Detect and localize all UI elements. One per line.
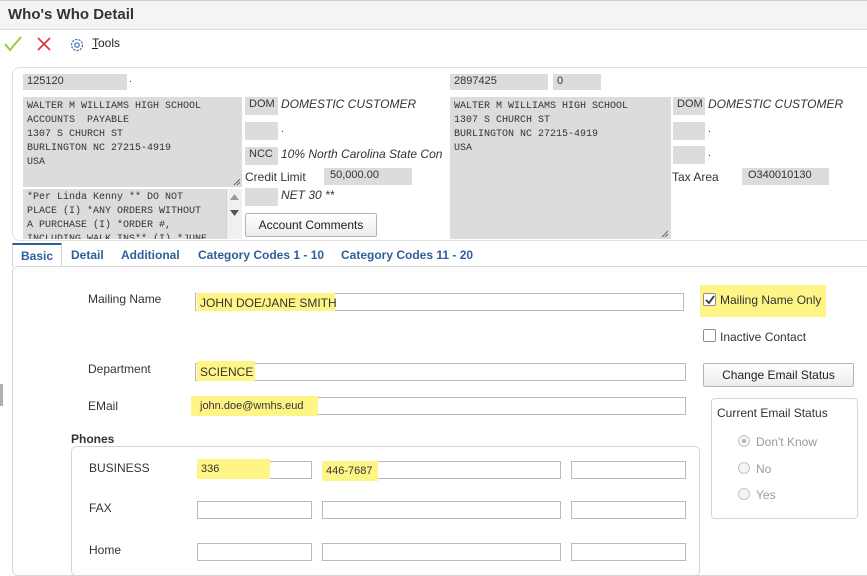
radio-yes[interactable] <box>738 488 750 500</box>
change-email-status-button[interactable]: Change Email Status <box>703 363 854 387</box>
credit-limit-value: 50,000.00 <box>324 168 412 185</box>
mailing-name-label: Mailing Name <box>88 292 162 306</box>
business-number-value: 446-7687 <box>326 465 373 477</box>
radio-dont-know-label: Don't Know <box>756 435 817 449</box>
inactive-contact-label: Inactive Contact <box>720 330 807 344</box>
blank-code-left <box>245 122 278 140</box>
checkmark-icon <box>705 295 715 305</box>
home-prefix-input[interactable] <box>197 543 312 561</box>
blank-code-desc-left: . <box>281 124 284 135</box>
business-ext-input[interactable] <box>571 461 686 479</box>
current-email-status-label: Current Email Status <box>717 406 828 420</box>
fax-ext-input[interactable] <box>571 501 686 519</box>
customer-type-desc-left: DOMESTIC CUSTOMER <box>281 97 417 111</box>
payment-terms-desc: NET 30 ** <box>281 188 335 202</box>
scroll-down-icon[interactable] <box>230 210 239 216</box>
email-label: EMail <box>88 399 119 413</box>
resize-grip-icon[interactable] <box>661 230 669 238</box>
tab-basic[interactable]: Basic <box>12 243 63 267</box>
tax-area-value: O340010130 <box>742 168 829 185</box>
notes-box: *Per Linda Kenny ** DO NOT PLACE (I) *AN… <box>23 189 242 239</box>
tax-description: 10% North Carolina State Con <box>281 147 443 161</box>
tax-area-label: Tax Area <box>672 170 719 184</box>
address-number-field: 2897425 <box>450 74 548 90</box>
email-value: john.doe@wmhs.eud <box>200 400 304 412</box>
dot-right-2: . <box>708 148 711 159</box>
credit-limit-label: Credit Limit <box>245 170 306 184</box>
department-input[interactable] <box>195 363 686 381</box>
bill-to-address-text: WALTER M WILLIAMS HIGH SCHOOL ACCOUNTS P… <box>27 101 202 168</box>
notes-scrollbar[interactable] <box>226 189 242 239</box>
mailing-name-only-label: Mailing Name Only <box>720 293 822 307</box>
blank-code-right-1 <box>673 122 705 140</box>
ok-check-icon[interactable] <box>3 35 23 53</box>
account-number-field: 125120 <box>23 74 127 90</box>
notes-text: *Per Linda Kenny ** DO NOT PLACE (I) *AN… <box>27 192 207 239</box>
cancel-x-icon[interactable] <box>36 36 52 52</box>
radio-dont-know[interactable] <box>738 435 750 447</box>
toolbar: Tools <box>0 30 867 58</box>
gear-icon[interactable] <box>69 37 85 53</box>
scroll-up-icon[interactable] <box>230 194 239 200</box>
blank-code-right-2 <box>673 146 705 164</box>
state-code: NCC <box>245 147 278 165</box>
customer-type-code-left: DOM <box>245 97 278 115</box>
inactive-contact-checkbox[interactable] <box>703 329 716 342</box>
fax-prefix-input[interactable] <box>197 501 312 519</box>
account-dot: . <box>129 74 132 85</box>
radio-yes-label: Yes <box>756 488 776 502</box>
customer-type-desc-right: DOMESTIC CUSTOMER <box>708 97 844 111</box>
department-label: Department <box>88 362 151 376</box>
contact-address-text: WALTER M WILLIAMS HIGH SCHOOL 1307 S CHU… <box>454 101 629 154</box>
page-title: Who's Who Detail <box>8 6 135 23</box>
tools-menu[interactable]: Tools <box>92 36 120 50</box>
home-ext-input[interactable] <box>571 543 686 561</box>
account-comments-button[interactable]: Account Comments <box>245 213 377 237</box>
department-value: SCIENCE <box>200 365 254 379</box>
tab-additional[interactable]: Additional <box>121 243 180 267</box>
payment-terms-code <box>245 188 278 206</box>
left-edge-handle[interactable] <box>0 384 3 406</box>
fax-label: FAX <box>89 501 112 515</box>
tab-detail[interactable]: Detail <box>71 243 104 267</box>
home-number-input[interactable] <box>322 543 561 561</box>
phones-label: Phones <box>71 432 115 446</box>
business-label: BUSINESS <box>89 461 150 475</box>
radio-no-label: No <box>756 462 772 476</box>
radio-no[interactable] <box>738 462 750 474</box>
customer-type-code-right: DOM <box>673 97 705 115</box>
mailing-name-value: JOHN DOE/JANE SMITH <box>200 296 337 310</box>
tab-category-codes-11-20[interactable]: Category Codes 11 - 20 <box>341 243 473 267</box>
dot-right-1: . <box>708 124 711 135</box>
business-prefix-value: 336 <box>201 463 220 475</box>
tab-category-codes-1-10[interactable]: Category Codes 1 - 10 <box>198 243 324 267</box>
mailing-name-only-checkbox[interactable] <box>703 293 716 306</box>
fax-number-input[interactable] <box>322 501 561 519</box>
line-id-field: 0 <box>553 74 601 90</box>
home-label: Home <box>89 543 122 557</box>
resize-grip-icon[interactable] <box>233 178 241 186</box>
